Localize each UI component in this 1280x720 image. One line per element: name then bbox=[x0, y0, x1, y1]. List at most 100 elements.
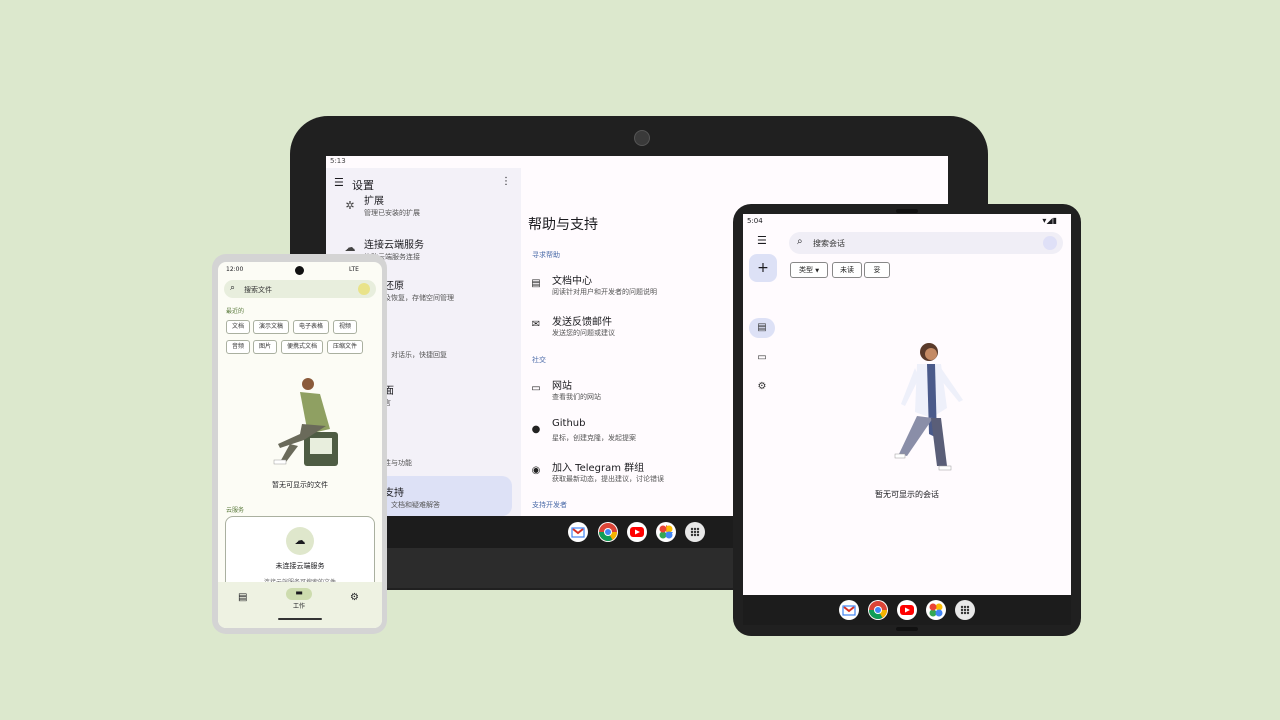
avatar[interactable] bbox=[1043, 236, 1057, 250]
cloud-icon: ☁ bbox=[344, 241, 356, 254]
tablet-camera bbox=[634, 130, 650, 146]
chat-tab-icon[interactable]: ▤ bbox=[238, 592, 247, 603]
mail-icon: ✉ bbox=[531, 319, 541, 330]
cloud-card-title: 未连接云端服务 bbox=[275, 562, 325, 570]
web-icon: ▭ bbox=[531, 383, 541, 394]
website-item[interactable]: ▭ 网站 查看我们的网站 bbox=[522, 373, 722, 403]
item-title: 加入 Telegram 群组 bbox=[552, 463, 645, 474]
settings-item-subtitle: 及恢复，存储空间管理 bbox=[384, 294, 454, 302]
chip-presentations[interactable]: 演示文稿 bbox=[253, 320, 289, 334]
cloud-label: 云服务 bbox=[226, 507, 245, 514]
chip-pdf[interactable]: 便携式文档 bbox=[281, 340, 323, 354]
search-input[interactable]: 搜索会话 bbox=[813, 238, 845, 249]
item-subtitle: 阅读针对用户和开发者的问题说明 bbox=[552, 288, 657, 296]
foldable-screen: 5:04 ▾◢▮ ☰ ⌕ 搜索会话 + 类型 ▼ 未读 妥 ▤ ▭ ⚙ 暂无可显… bbox=[743, 214, 1071, 595]
section-dev-label: 支持开发者 bbox=[532, 501, 567, 509]
github-item[interactable]: ● Github 星标，创建克隆，发起提案 bbox=[522, 414, 722, 444]
search-icon: ⌕ bbox=[797, 236, 803, 247]
foldable-hinge-bottom bbox=[896, 627, 918, 631]
phone-network: LTE bbox=[349, 266, 359, 273]
puzzle-icon: ✲ bbox=[345, 199, 355, 212]
filter-other-chip[interactable]: 妥 bbox=[864, 262, 890, 278]
menu-icon[interactable]: ☰ bbox=[757, 234, 767, 247]
chip-videos[interactable]: 视频 bbox=[333, 320, 357, 334]
gmail-icon[interactable] bbox=[839, 600, 859, 620]
menu-icon[interactable]: ☰ bbox=[334, 176, 344, 189]
tablet-status-time: 5:13 bbox=[330, 157, 346, 165]
docs-center-item[interactable]: ▤ 文档中心 阅读针对用户和开发者的问题说明 bbox=[522, 268, 722, 298]
work-rail-icon[interactable]: ▭ bbox=[749, 348, 775, 368]
item-title: 网站 bbox=[552, 381, 572, 392]
recent-label: 最近的 bbox=[226, 308, 245, 315]
github-icon: ● bbox=[531, 424, 541, 435]
filter-type-chip[interactable]: 类型 ▼ bbox=[790, 262, 828, 278]
app-drawer-icon[interactable] bbox=[955, 600, 975, 620]
app-drawer-icon[interactable] bbox=[685, 522, 705, 542]
youtube-icon[interactable] bbox=[897, 600, 917, 620]
item-subtitle: 星标，创建克隆，发起提案 bbox=[552, 434, 636, 442]
item-subtitle: 发送您的问题或建议 bbox=[552, 329, 615, 337]
settings-item-title: 连接云端服务 bbox=[364, 240, 424, 251]
youtube-icon[interactable] bbox=[627, 522, 647, 542]
photos-icon[interactable] bbox=[656, 522, 676, 542]
settings-item-title: 还原 bbox=[384, 281, 404, 292]
settings-item-subtitle: ，文档和疑难解答 bbox=[384, 501, 440, 509]
section-help-label: 寻求帮助 bbox=[532, 251, 560, 259]
filter-type-label: 类型 bbox=[798, 266, 813, 274]
chip-docs[interactable]: 文档 bbox=[226, 320, 250, 334]
item-title: Github bbox=[552, 418, 586, 429]
filter-unread-chip[interactable]: 未读 bbox=[832, 262, 862, 278]
more-options-icon[interactable]: ⋮ bbox=[501, 176, 511, 187]
empty-files-text: 暂无可显示的文件 bbox=[272, 481, 328, 489]
chrome-icon[interactable] bbox=[868, 600, 888, 620]
cloud-off-icon: ☁ bbox=[286, 527, 314, 555]
phone-camera bbox=[295, 266, 304, 275]
settings-item-subtitle: ，对话乐，快捷回复 bbox=[384, 351, 447, 359]
foldable-hinge-top bbox=[896, 209, 918, 213]
settings-rail-icon[interactable]: ⚙ bbox=[749, 377, 775, 397]
item-title: 发送反馈邮件 bbox=[552, 317, 612, 328]
settings-item-title: 扩展 bbox=[364, 196, 384, 207]
section-social-label: 社交 bbox=[532, 356, 546, 364]
chip-images[interactable]: 图片 bbox=[253, 340, 277, 354]
phone-status-time: 12:00 bbox=[226, 266, 244, 273]
help-title: 帮助与支持 bbox=[528, 217, 598, 233]
item-title: 文档中心 bbox=[552, 276, 592, 287]
settings-item-extensions[interactable]: ✲ 扩展 管理已安装的扩展 bbox=[326, 196, 521, 228]
settings-item-title: 支持 bbox=[384, 488, 404, 499]
photos-icon[interactable] bbox=[926, 600, 946, 620]
chat-rail-icon[interactable]: ▤ bbox=[749, 318, 775, 338]
search-icon: ⌕ bbox=[230, 283, 236, 293]
phone-screen: 12:00 LTE ⌕ 搜索文件 最近的 文档 演示文稿 电子表格 视频 音频 … bbox=[218, 262, 382, 628]
foldable-status-time: 5:04 bbox=[747, 217, 763, 225]
item-subtitle: 获取最新动态，提出建议，讨论错误 bbox=[552, 475, 664, 483]
work-tab-icon[interactable]: ▬ bbox=[286, 588, 312, 600]
settings-item-subtitle: 性与功能 bbox=[384, 459, 412, 467]
gmail-icon[interactable] bbox=[568, 522, 588, 542]
phone-bottom-nav: ▤ ▬ 工作 ⚙ bbox=[218, 582, 382, 628]
compose-fab[interactable]: + bbox=[749, 254, 777, 282]
book-icon: ▤ bbox=[531, 278, 541, 289]
gesture-bar bbox=[278, 618, 322, 620]
settings-tab-icon[interactable]: ⚙ bbox=[350, 592, 359, 603]
avatar[interactable] bbox=[358, 283, 370, 295]
chevron-down-icon: ▼ bbox=[815, 268, 820, 274]
search-bar[interactable]: ⌕ 搜索文件 bbox=[224, 280, 376, 298]
page-title: 设置 bbox=[352, 179, 374, 192]
work-tab-label: 工作 bbox=[293, 603, 306, 610]
empty-files-illustration bbox=[273, 378, 338, 466]
telegram-icon: ◉ bbox=[531, 465, 541, 476]
foldable-taskbar bbox=[743, 595, 1071, 625]
chrome-icon[interactable] bbox=[598, 522, 618, 542]
chip-audio[interactable]: 音频 bbox=[226, 340, 250, 354]
chip-spreadsheets[interactable]: 电子表格 bbox=[293, 320, 329, 334]
feedback-mail-item[interactable]: ✉ 发送反馈邮件 发送您的问题或建议 bbox=[522, 309, 722, 339]
telegram-item[interactable]: ◉ 加入 Telegram 群组 获取最新动态，提出建议，讨论错误 bbox=[522, 455, 722, 485]
empty-conversations-text: 暂无可显示的会话 bbox=[875, 490, 939, 499]
conversation-search-bar[interactable]: ⌕ 搜索会话 bbox=[789, 232, 1063, 254]
empty-conversations-illustration bbox=[894, 343, 963, 471]
search-input[interactable]: 搜索文件 bbox=[244, 285, 272, 295]
foldable-signal-icon: ▾◢▮ bbox=[1042, 216, 1057, 225]
item-subtitle: 查看我们的网站 bbox=[552, 393, 601, 401]
chip-archives[interactable]: 压缩文件 bbox=[327, 340, 363, 354]
